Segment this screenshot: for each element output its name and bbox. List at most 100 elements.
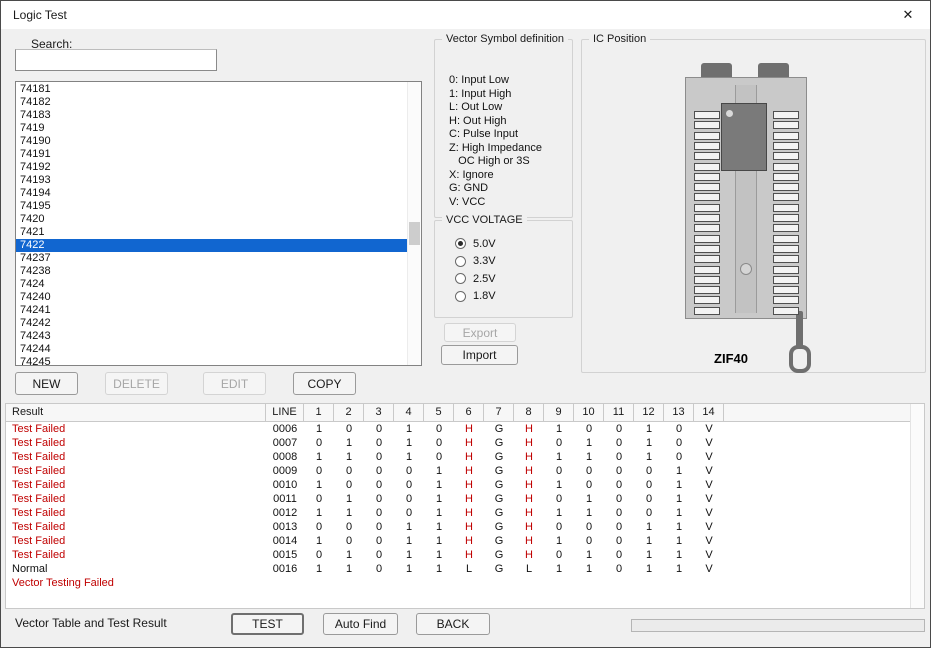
table-row[interactable]: Test Failed 0012 1 1 0 0 1 H G H 1 1 0 0 1 V xyxy=(6,506,924,520)
ic-list-item[interactable]: 7419 xyxy=(16,122,408,135)
table-row[interactable]: Normal 0016 1 1 0 1 1 L G L 1 1 0 1 1 V xyxy=(6,562,924,576)
radio-icon xyxy=(455,255,466,267)
ic-list-item[interactable]: 74242 xyxy=(16,317,408,330)
ic-list-item[interactable]: 74241 xyxy=(16,304,408,317)
new-button[interactable]: NEW xyxy=(15,372,78,395)
pin-cell: H xyxy=(525,507,533,519)
ic-list-item[interactable]: 74243 xyxy=(16,330,408,343)
line-cell: 0008 xyxy=(272,451,298,463)
ic-list-item[interactable]: 74183 xyxy=(16,109,408,122)
pin-cell: 0 xyxy=(375,465,383,477)
pin-cell: 1 xyxy=(435,465,443,477)
close-icon[interactable]: ✕ xyxy=(892,3,924,27)
pin-cell: 1 xyxy=(435,521,443,533)
vector-symbol-line: 1: Input High xyxy=(449,87,512,100)
ic-list-item[interactable]: 74193 xyxy=(16,174,408,187)
ic-list-item[interactable]: 7421 xyxy=(16,226,408,239)
pin-slot xyxy=(773,265,799,274)
pin-cell: 0 xyxy=(585,479,593,491)
pin-cell: H xyxy=(465,437,473,449)
ic-list-item[interactable]: 7422 xyxy=(16,239,408,252)
pin-cell: 1 xyxy=(675,493,683,505)
socket-screw xyxy=(740,263,752,275)
vcc-option-2.5v[interactable]: 2.5V xyxy=(455,270,496,288)
ic-list-item[interactable]: 74238 xyxy=(16,265,408,278)
table-row[interactable]: Test Failed 0011 0 1 0 0 1 H G H 0 1 0 0 1 V xyxy=(6,492,924,506)
pin-cell: 1 xyxy=(315,507,323,519)
pin-cell: 1 xyxy=(555,451,563,463)
ic-list-item[interactable]: 74244 xyxy=(16,343,408,356)
test-button[interactable]: TEST xyxy=(231,613,304,635)
pin-cell: V xyxy=(705,451,713,463)
ic-list-item[interactable]: 74194 xyxy=(16,187,408,200)
table-row[interactable]: Test Failed 0008 1 1 0 1 0 H G H 1 1 0 1 0 V xyxy=(6,450,924,464)
ic-list-item[interactable]: 74240 xyxy=(16,291,408,304)
pin-cell: 0 xyxy=(555,549,563,561)
ic-list-item[interactable]: 74192 xyxy=(16,161,408,174)
line-cell: 0013 xyxy=(272,521,298,533)
progress-bar xyxy=(631,619,925,632)
list-scrollbar[interactable] xyxy=(407,82,421,365)
pin-cell: 0 xyxy=(555,521,563,533)
ic-list-item[interactable]: 74190 xyxy=(16,135,408,148)
table-row[interactable]: Test Failed 0009 0 0 0 0 1 H G H 0 0 0 0 1 V xyxy=(6,464,924,478)
vcc-option-label: 2.5V xyxy=(473,272,496,285)
ic-list-item[interactable]: 74245 xyxy=(16,356,408,365)
ic-list-item[interactable]: 74191 xyxy=(16,148,408,161)
pin-cell: H xyxy=(525,465,533,477)
import-button[interactable]: Import xyxy=(441,345,518,365)
vcc-option-5.0v[interactable]: 5.0V xyxy=(455,235,496,253)
auto-find-button[interactable]: Auto Find xyxy=(323,613,398,635)
table-row[interactable]: Test Failed 0015 0 1 0 1 1 H G H 0 1 0 1 1 V xyxy=(6,548,924,562)
ic-list-item[interactable]: 74181 xyxy=(16,83,408,96)
pin-cell: 0 xyxy=(375,563,383,575)
table-row[interactable]: Test Failed 0006 1 0 0 1 0 H G H 1 0 0 1 0 V xyxy=(6,422,924,436)
pin-slot xyxy=(773,141,799,150)
vector-symbol-line: 0: Input Low xyxy=(449,74,509,86)
pin-cell: G xyxy=(494,437,504,449)
pin-cell: H xyxy=(525,549,533,561)
ic-list-item[interactable]: 7420 xyxy=(16,213,408,226)
pin-cell: 0 xyxy=(555,437,563,449)
line-cell: 0014 xyxy=(272,535,298,547)
back-button[interactable]: BACK xyxy=(416,613,490,635)
table-row[interactable]: Test Failed 0013 0 0 0 1 1 H G H 0 0 0 1 1 V xyxy=(6,520,924,534)
column-header: 11 xyxy=(604,404,634,421)
table-body: Test Failed 0006 1 0 0 1 0 H G H 1 0 0 1 0 V Test Failed… xyxy=(6,422,924,576)
pin-cell: 0 xyxy=(345,465,353,477)
table-row[interactable]: Test Failed 0010 1 0 0 0 1 H G H 1 0 0 0 1 V xyxy=(6,478,924,492)
pin-cell: 0 xyxy=(375,451,383,463)
ic-list-item[interactable]: 74237 xyxy=(16,252,408,265)
column-header: Result xyxy=(6,404,266,421)
ic-list-item[interactable]: 74182 xyxy=(16,96,408,109)
ic-list-item[interactable]: 74195 xyxy=(16,200,408,213)
ic-list-item[interactable]: 7424 xyxy=(16,278,408,291)
copy-button[interactable]: COPY xyxy=(293,372,356,395)
ic-list-items: 74181 74182 74183 7419 74190 74191 74192 74193 7… xyxy=(16,83,408,365)
table-row[interactable]: Test Failed 0007 0 1 0 1 0 H G H 0 1 0 1 0 V xyxy=(6,436,924,450)
search-input[interactable] xyxy=(15,49,217,71)
socket-lever xyxy=(796,311,803,349)
socket-lever-handle xyxy=(789,345,811,373)
scrollbar-thumb[interactable] xyxy=(409,222,420,245)
pin-cell: 0 xyxy=(375,437,383,449)
pin-cell: 0 xyxy=(315,521,323,533)
pin-cell: 1 xyxy=(435,507,443,519)
pin-cell: V xyxy=(705,493,713,505)
pin-cell: 0 xyxy=(615,507,623,519)
delete-button[interactable]: DELETE xyxy=(105,372,168,395)
column-header: 1 xyxy=(304,404,334,421)
table-row[interactable]: Test Failed 0014 1 0 0 1 1 H G H 1 0 0 1 1 V xyxy=(6,534,924,548)
pin-cell: G xyxy=(494,507,504,519)
pin-slot xyxy=(694,255,720,264)
edit-button[interactable]: EDIT xyxy=(203,372,266,395)
export-button[interactable]: Export xyxy=(444,323,516,342)
table-scrollbar[interactable] xyxy=(910,404,924,608)
vcc-option-1.8v[interactable]: 1.8V xyxy=(455,288,496,306)
pin-cell: G xyxy=(494,423,504,435)
pin-slot xyxy=(694,244,720,253)
pin-slot xyxy=(694,306,720,315)
pin-cell: 0 xyxy=(555,493,563,505)
vcc-option-3.3v[interactable]: 3.3V xyxy=(455,253,496,271)
pin-cell: 0 xyxy=(315,437,323,449)
